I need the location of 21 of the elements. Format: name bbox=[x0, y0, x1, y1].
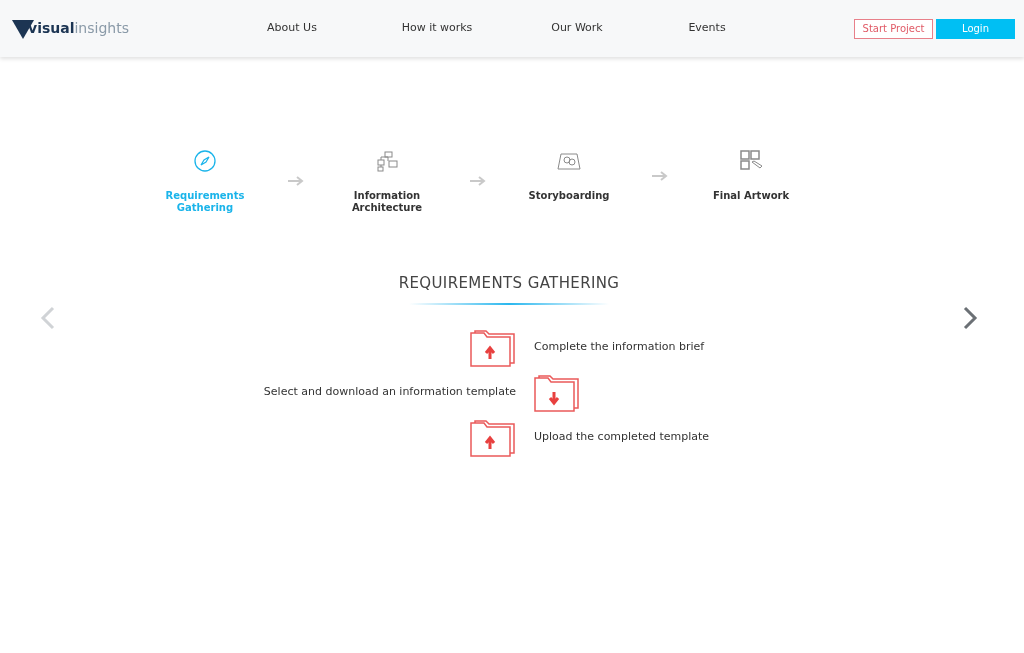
start-project-button[interactable]: Start Project bbox=[854, 18, 933, 39]
compass-icon bbox=[193, 149, 217, 173]
step-description: Complete the information brief bbox=[534, 339, 705, 356]
section-title: REQUIREMENTS GATHERING bbox=[398, 273, 620, 294]
nav-link[interactable]: About Us bbox=[222, 20, 362, 37]
nav-link[interactable]: Our Work bbox=[512, 20, 642, 37]
logo-text: visual bbox=[28, 19, 75, 38]
flowchart-icon bbox=[375, 149, 399, 173]
logo-text: insights bbox=[74, 19, 129, 38]
arrow-icon bbox=[470, 176, 486, 186]
step-description: Upload the completed template bbox=[534, 429, 710, 446]
arrow-icon bbox=[652, 171, 668, 181]
grid-icon bbox=[739, 149, 763, 173]
process-step-tab[interactable]: Final Artwork bbox=[660, 149, 842, 202]
arrow-icon bbox=[288, 176, 304, 186]
process-step-tab[interactable]: Information Architecture bbox=[296, 149, 478, 214]
nav-link[interactable]: Events bbox=[642, 20, 772, 37]
nav-link[interactable]: How it works bbox=[362, 20, 512, 37]
step-description: Select and download an information template bbox=[263, 384, 516, 401]
next-chevron-button[interactable] bbox=[962, 306, 978, 330]
process-step-tab[interactable]: Storyboarding bbox=[478, 149, 660, 202]
